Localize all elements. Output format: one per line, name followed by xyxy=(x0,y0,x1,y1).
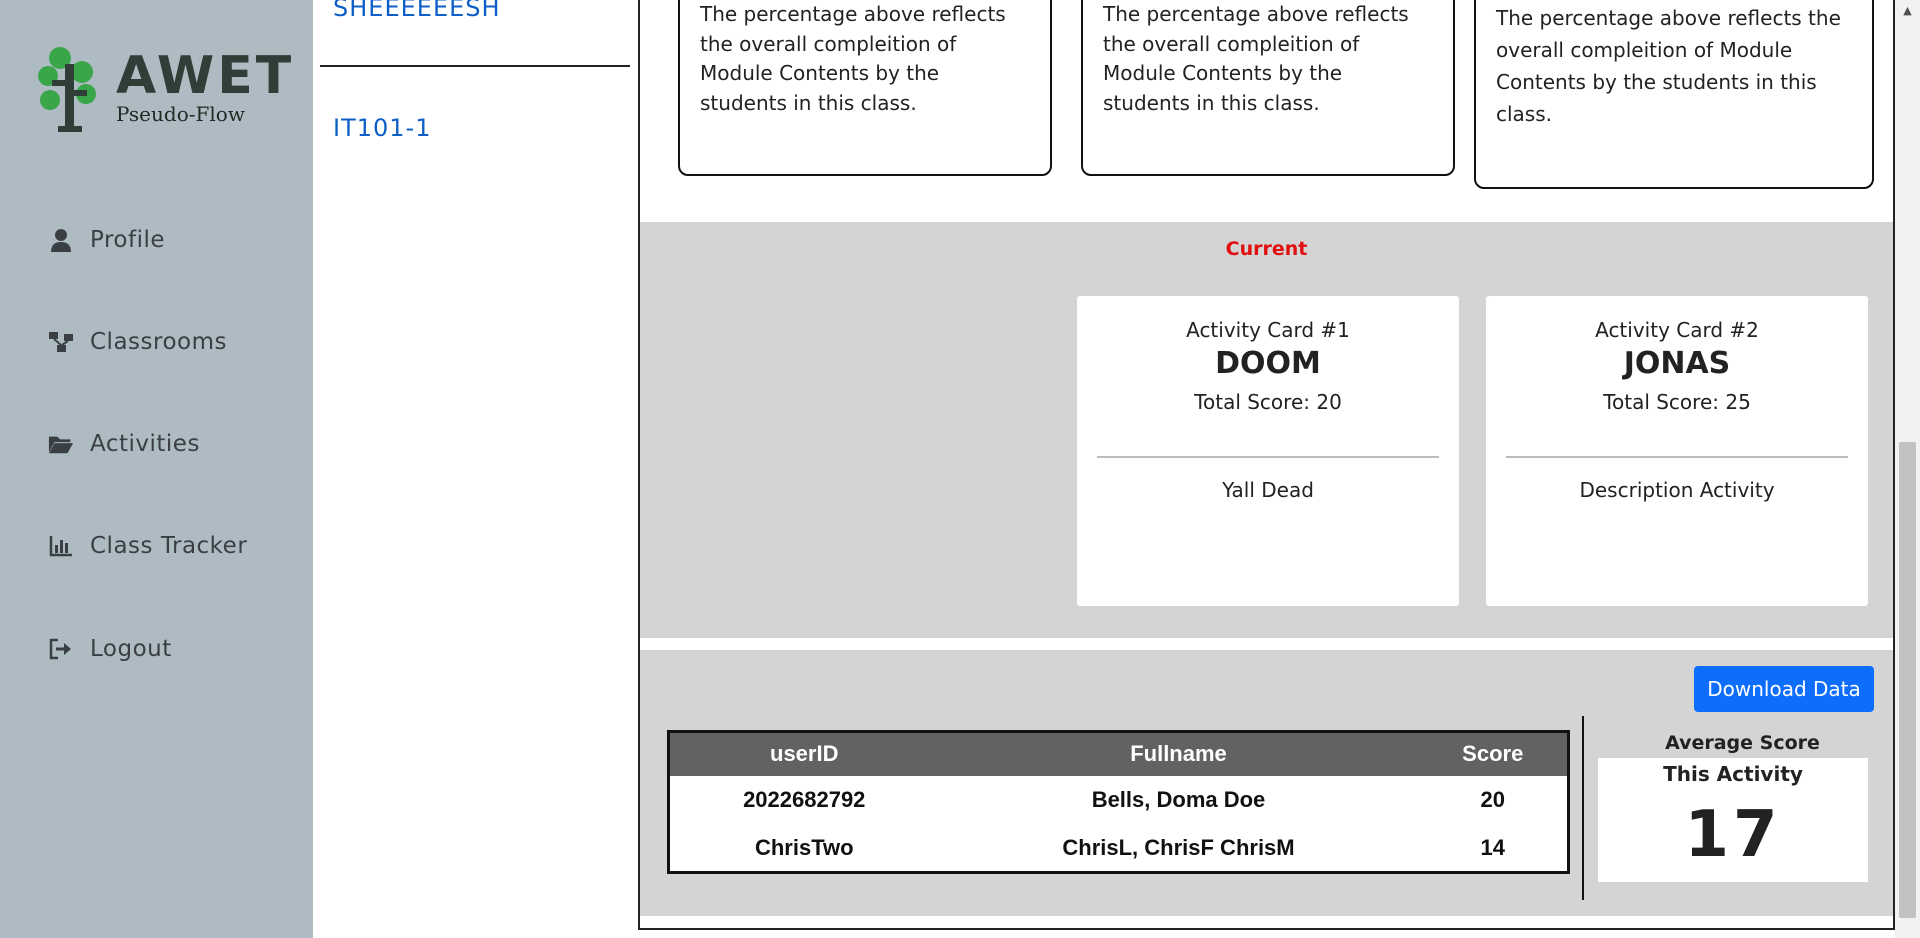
activity-card-score: Total Score: 25 xyxy=(1603,390,1751,414)
classroom-list: SHEEEEEESH IT101-1 xyxy=(313,0,633,938)
activity-card[interactable]: Activity Card #1 DOOM Total Score: 20 Ya… xyxy=(1077,296,1459,606)
sidebar-item-activities[interactable]: Activities xyxy=(48,426,200,462)
average-score-box: This Activity 17 xyxy=(1598,758,1868,882)
scroll-up-arrow-icon[interactable]: ▲ xyxy=(1895,0,1920,20)
column-header-userid[interactable]: userID xyxy=(668,731,939,776)
tree-logo-icon xyxy=(38,47,96,132)
folder-open-icon xyxy=(48,431,74,457)
brand-subtitle: Pseudo-Flow xyxy=(116,102,245,126)
activity-card[interactable]: Activity Card #2 JONAS Total Score: 25 D… xyxy=(1486,296,1868,606)
completion-info-text: The percentage above reflects the overal… xyxy=(1103,2,1409,115)
table-row: 2022682792 Bells, Doma Doe 20 xyxy=(669,776,1569,825)
completion-info-text: The percentage above reflects the overal… xyxy=(1496,6,1841,126)
current-label: Current xyxy=(1225,238,1308,260)
sidebar-item-label: Logout xyxy=(90,636,172,662)
classroom-link-it101-1[interactable]: IT101-1 xyxy=(333,114,431,142)
activity-card-divider xyxy=(1506,456,1848,458)
cell-userid: ChrisTwo xyxy=(754,834,854,860)
network-icon xyxy=(48,329,74,355)
cell-fullname: ChrisL, ChrisF ChrisM xyxy=(1062,834,1295,860)
activity-card-description: Description Activity xyxy=(1579,478,1775,502)
activity-card-description: Yall Dead xyxy=(1222,478,1314,502)
cell-score: 14 xyxy=(1480,834,1505,860)
classroom-divider xyxy=(320,65,630,67)
activity-card-number: Activity Card #2 xyxy=(1595,318,1759,342)
completion-info-card: The percentage above reflects the overal… xyxy=(1474,0,1874,189)
column-header-score[interactable]: Score xyxy=(1418,731,1569,776)
brand-logo[interactable]: AWET Pseudo-Flow xyxy=(38,44,291,134)
sidebar-item-classrooms[interactable]: Classrooms xyxy=(48,324,227,360)
table-header-row: userID Fullname Score xyxy=(668,731,1569,776)
completion-info-card: The percentage above reflects the overal… xyxy=(1081,0,1455,176)
activity-card-score: Total Score: 20 xyxy=(1194,390,1342,414)
activity-card-number: Activity Card #1 xyxy=(1186,318,1350,342)
activity-card-name: JONAS xyxy=(1623,346,1731,381)
sidebar-item-profile[interactable]: Profile xyxy=(48,222,165,258)
classroom-link-sheeeeeesh[interactable]: SHEEEEEESH xyxy=(333,0,501,22)
average-score-title: Average Score xyxy=(1665,732,1820,754)
activity-card-divider xyxy=(1097,456,1439,458)
sidebar-item-logout[interactable]: Logout xyxy=(48,631,172,667)
class-tracker-panel: The percentage above reflects the overal… xyxy=(638,0,1895,930)
results-section: Download Data userID Fullname Score 2022… xyxy=(640,650,1893,916)
sidebar-item-label: Classrooms xyxy=(90,329,227,355)
scrollbar-thumb[interactable] xyxy=(1899,442,1916,918)
results-divider xyxy=(1582,716,1584,900)
cell-fullname: Bells, Doma Doe xyxy=(1091,786,1266,812)
average-score-subtitle: This Activity xyxy=(1663,762,1803,786)
average-score-value: 17 xyxy=(1684,798,1782,872)
column-header-fullname[interactable]: Fullname xyxy=(938,731,1419,776)
sidebar-item-label: Activities xyxy=(90,431,200,457)
current-activities-section: Current Activity Card #1 DOOM Total Scor… xyxy=(640,222,1893,638)
vertical-scrollbar[interactable]: ▲ xyxy=(1895,0,1920,938)
user-icon xyxy=(48,227,74,253)
cell-score: 20 xyxy=(1480,786,1505,812)
download-data-button[interactable]: Download Data xyxy=(1694,666,1874,712)
sidebar-item-label: Class Tracker xyxy=(90,533,248,559)
panel-footer-gap xyxy=(640,916,1893,928)
sidebar: AWET Pseudo-Flow Profile Classrooms Acti… xyxy=(0,0,313,938)
cell-userid: 2022682792 xyxy=(743,786,866,812)
logout-icon xyxy=(48,636,74,662)
table-row: ChrisTwo ChrisL, ChrisF ChrisM 14 xyxy=(669,824,1569,873)
results-table: userID Fullname Score 2022682792 Bells, … xyxy=(667,730,1570,874)
completion-info-card: The percentage above reflects the overal… xyxy=(678,0,1052,176)
brand-title: AWET xyxy=(116,46,295,106)
completion-info-text: The percentage above reflects the overal… xyxy=(700,2,1006,115)
bar-chart-icon xyxy=(48,533,74,559)
sidebar-item-class-tracker[interactable]: Class Tracker xyxy=(48,528,247,564)
sidebar-item-label: Profile xyxy=(90,227,166,253)
activity-card-name: DOOM xyxy=(1215,346,1321,381)
